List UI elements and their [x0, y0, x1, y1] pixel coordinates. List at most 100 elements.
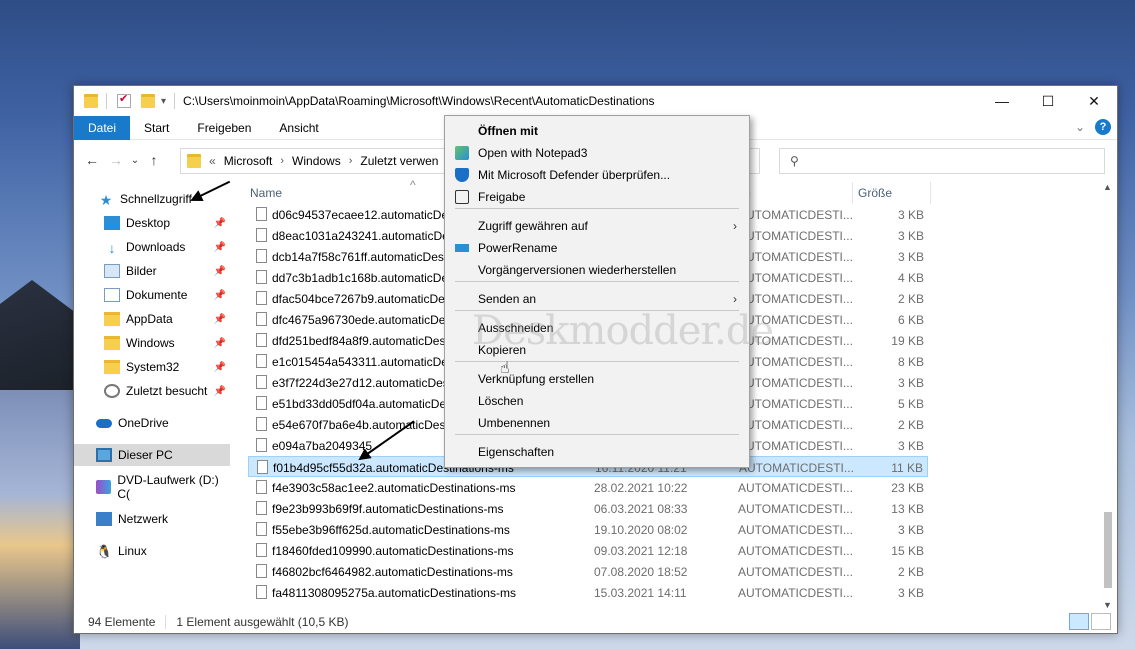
menu-item-l-schen[interactable]: Löschen [445, 390, 749, 412]
file-type: AUTOMATICDESTI... [738, 502, 853, 516]
sidebar-item-label: Dokumente [126, 288, 188, 302]
menu-item-label: Freigabe [478, 190, 526, 204]
table-row[interactable]: f18460fded109990.automaticDestinations-m… [248, 540, 928, 561]
file-icon [256, 354, 267, 368]
menu-item-powerrename[interactable]: PowerRename [445, 237, 749, 259]
properties-icon[interactable] [117, 92, 131, 108]
table-row[interactable]: f46802bcf6464982.automaticDestinations-m… [248, 561, 928, 582]
file-name: dcb14a7f58c761ff.automaticDest [272, 250, 448, 264]
details-view-icon[interactable] [1069, 613, 1089, 630]
sidebar-item-desktop[interactable]: Desktop 📌 [74, 212, 230, 234]
maximize-button[interactable]: ☐ [1025, 86, 1071, 116]
pin-icon[interactable]: 📌 [214, 218, 226, 229]
large-icons-view-icon[interactable] [1091, 613, 1111, 630]
sidebar-item-dieser-pc[interactable]: Dieser PC [74, 444, 230, 466]
breadcrumb-microsoft[interactable]: Microsoft [224, 154, 273, 168]
file-icon [256, 333, 267, 347]
breadcrumb-overflow[interactable]: « [209, 154, 216, 168]
file-date: 28.02.2021 10:22 [594, 481, 688, 495]
tab-ansicht[interactable]: Ansicht [265, 116, 332, 140]
pictures-icon [104, 264, 120, 278]
mouse-cursor-icon: ☝ [500, 360, 510, 377]
file-icon [256, 501, 267, 515]
sidebar-item-label: Zuletzt besucht [126, 384, 208, 398]
file-size: 4 KB [897, 271, 924, 285]
pin-icon[interactable]: 📌 [214, 314, 226, 325]
menu-item-label: Senden an [478, 292, 537, 306]
file-icon [256, 564, 267, 578]
column-header-size[interactable]: Größe [858, 186, 892, 200]
help-icon[interactable]: ? [1095, 119, 1111, 135]
menu-item-zugriff-gew-hren-auf[interactable]: Zugriff gewähren auf › [445, 215, 749, 237]
menu-item-freigabe[interactable]: Freigabe [445, 186, 749, 208]
file-name: f9e23b993b69f9f.automaticDestinations-ms [272, 502, 504, 516]
dvd-icon [96, 480, 112, 494]
item-count: 94 Elemente [88, 615, 156, 629]
sidebar-item-onedrive[interactable]: OneDrive [74, 412, 230, 434]
breadcrumb-chevron-icon[interactable]: › [280, 155, 284, 167]
expand-ribbon-icon[interactable]: ⌄ [1075, 120, 1085, 134]
tab-start[interactable]: Start [130, 116, 183, 140]
network-icon [96, 512, 112, 526]
menu-item--ffnen-mit[interactable]: Öffnen mit [445, 120, 749, 142]
menu-item-eigenschaften[interactable]: Eigenschaften [445, 441, 749, 463]
sidebar-item-dokumente[interactable]: Dokumente 📌 [74, 284, 230, 306]
file-name: dfac504bce7267b9.automaticDes [272, 292, 451, 306]
back-button[interactable]: ← [80, 148, 104, 172]
breadcrumb-windows[interactable]: Windows [292, 154, 341, 168]
sidebar-item-appdata[interactable]: AppData 📌 [74, 308, 230, 330]
table-row[interactable]: f4e3903c58ac1ee2.automaticDestinations-m… [248, 477, 928, 498]
breadcrumb-zuletzt-verwendet[interactable]: Zuletzt verwen [360, 154, 438, 168]
scroll-up-icon[interactable]: ▲ [1103, 182, 1112, 192]
sidebar-item-dvd-laufwerk-d-c[interactable]: DVD-Laufwerk (D:) C( [74, 473, 230, 501]
file-size: 2 KB [897, 292, 924, 306]
minimize-button[interactable]: — [979, 86, 1025, 116]
menu-item-vorg-ngerversionen-wiederherstellen[interactable]: Vorgängerversionen wiederherstellen [445, 259, 749, 281]
pin-icon[interactable]: 📌 [214, 362, 226, 373]
pin-icon[interactable]: 📌 [214, 338, 226, 349]
menu-item-verkn-pfung-erstellen[interactable]: Verknüpfung erstellen [445, 368, 749, 390]
pin-icon[interactable]: 📌 [214, 386, 226, 397]
file-date: 09.03.2021 12:18 [594, 544, 688, 558]
file-name: d8eac1031a243241.automaticDes [272, 229, 455, 243]
pin-icon[interactable]: 📌 [214, 266, 226, 277]
pin-icon[interactable]: 📌 [214, 242, 226, 253]
up-button[interactable]: ↑ [142, 148, 166, 172]
scroll-down-icon[interactable]: ▼ [1103, 600, 1112, 610]
sidebar-item-windows[interactable]: Windows 📌 [74, 332, 230, 354]
tab-freigeben[interactable]: Freigeben [183, 116, 265, 140]
menu-item-senden-an[interactable]: Senden an › [445, 288, 749, 310]
desktop-icon [104, 216, 120, 230]
close-button[interactable]: ✕ [1071, 86, 1117, 116]
file-size: 19 KB [891, 334, 924, 348]
sidebar-item-linux[interactable]: 🐧 Linux [74, 540, 230, 562]
sidebar-item-zuletzt-besucht[interactable]: Zuletzt besucht 📌 [74, 380, 230, 402]
customize-toolbar-icon[interactable]: ▾ [161, 96, 166, 107]
breadcrumb-chevron-icon[interactable]: › [349, 155, 353, 167]
pin-icon[interactable]: 📌 [214, 290, 226, 301]
search-box[interactable]: ⚲ [779, 148, 1105, 174]
column-header-name[interactable]: Name [250, 186, 282, 200]
recent-locations-button[interactable]: ⌄ [128, 148, 142, 172]
file-type: AUTOMATICDESTI... [738, 418, 853, 432]
sidebar-item-downloads[interactable]: ↓ Downloads 📌 [74, 236, 230, 258]
table-row[interactable]: f9e23b993b69f9f.automaticDestinations-ms… [248, 498, 928, 519]
menu-item-open-with-notepad3[interactable]: Open with Notepad3 [445, 142, 749, 164]
menu-item-mit-microsoft-defender-berpr-fen[interactable]: Mit Microsoft Defender überprüfen... [445, 164, 749, 186]
file-name: dd7c3b1adb1c168b.automaticDe [272, 271, 449, 285]
sidebar-item-bilder[interactable]: Bilder 📌 [74, 260, 230, 282]
forward-button[interactable]: → [104, 148, 128, 172]
new-folder-icon[interactable] [141, 94, 155, 108]
file-size: 2 KB [897, 418, 924, 432]
tab-datei[interactable]: Datei [74, 115, 131, 140]
table-row[interactable]: f55ebe3b96ff625d.automaticDestinations-m… [248, 519, 928, 540]
sidebar-item-system32[interactable]: System32 📌 [74, 356, 230, 378]
sidebar-item-netzwerk[interactable]: Netzwerk [74, 508, 230, 530]
menu-item-umbenennen[interactable]: Umbenennen [445, 412, 749, 434]
scroll-thumb[interactable] [1104, 512, 1112, 588]
file-type: AUTOMATICDESTI... [738, 292, 853, 306]
file-size: 6 KB [897, 313, 924, 327]
vertical-scrollbar[interactable]: ▲ ▼ [1101, 182, 1115, 610]
file-icon [256, 543, 267, 557]
table-row[interactable]: fa4811308095275a.automaticDestinations-m… [248, 582, 928, 603]
